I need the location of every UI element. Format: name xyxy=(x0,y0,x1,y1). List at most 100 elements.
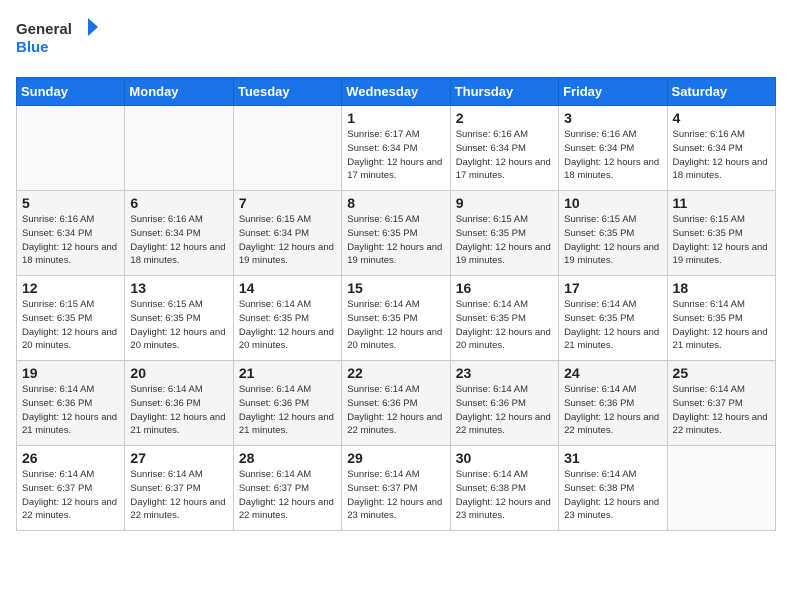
day-info: Sunrise: 6:14 AM Sunset: 6:36 PM Dayligh… xyxy=(456,383,553,438)
weekday-thursday: Thursday xyxy=(450,78,558,106)
day-info: Sunrise: 6:14 AM Sunset: 6:35 PM Dayligh… xyxy=(564,298,661,353)
day-number: 1 xyxy=(347,110,444,126)
calendar-cell: 22 Sunrise: 6:14 AM Sunset: 6:36 PM Dayli… xyxy=(342,361,450,446)
calendar-cell: 31 Sunrise: 6:14 AM Sunset: 6:38 PM Dayli… xyxy=(559,446,667,531)
day-number: 21 xyxy=(239,365,336,381)
calendar-cell xyxy=(667,446,775,531)
day-info: Sunrise: 6:16 AM Sunset: 6:34 PM Dayligh… xyxy=(564,128,661,183)
calendar-cell: 28 Sunrise: 6:14 AM Sunset: 6:37 PM Dayli… xyxy=(233,446,341,531)
calendar-cell: 11 Sunrise: 6:15 AM Sunset: 6:35 PM Dayli… xyxy=(667,191,775,276)
day-info: Sunrise: 6:15 AM Sunset: 6:35 PM Dayligh… xyxy=(22,298,119,353)
day-number: 26 xyxy=(22,450,119,466)
day-info: Sunrise: 6:14 AM Sunset: 6:36 PM Dayligh… xyxy=(239,383,336,438)
calendar-cell: 21 Sunrise: 6:14 AM Sunset: 6:36 PM Dayli… xyxy=(233,361,341,446)
day-info: Sunrise: 6:17 AM Sunset: 6:34 PM Dayligh… xyxy=(347,128,444,183)
day-info: Sunrise: 6:14 AM Sunset: 6:36 PM Dayligh… xyxy=(564,383,661,438)
calendar-cell: 26 Sunrise: 6:14 AM Sunset: 6:37 PM Dayli… xyxy=(17,446,125,531)
day-number: 2 xyxy=(456,110,553,126)
calendar-week-5: 26 Sunrise: 6:14 AM Sunset: 6:37 PM Dayli… xyxy=(17,446,776,531)
logo-content: General Blue xyxy=(16,16,106,65)
day-number: 23 xyxy=(456,365,553,381)
day-info: Sunrise: 6:14 AM Sunset: 6:36 PM Dayligh… xyxy=(130,383,227,438)
day-info: Sunrise: 6:15 AM Sunset: 6:35 PM Dayligh… xyxy=(130,298,227,353)
calendar-cell: 30 Sunrise: 6:14 AM Sunset: 6:38 PM Dayli… xyxy=(450,446,558,531)
day-number: 17 xyxy=(564,280,661,296)
calendar-cell: 24 Sunrise: 6:14 AM Sunset: 6:36 PM Dayli… xyxy=(559,361,667,446)
calendar-cell: 10 Sunrise: 6:15 AM Sunset: 6:35 PM Dayli… xyxy=(559,191,667,276)
day-number: 6 xyxy=(130,195,227,211)
calendar-cell: 29 Sunrise: 6:14 AM Sunset: 6:37 PM Dayli… xyxy=(342,446,450,531)
day-number: 7 xyxy=(239,195,336,211)
day-number: 19 xyxy=(22,365,119,381)
day-number: 11 xyxy=(673,195,770,211)
day-info: Sunrise: 6:14 AM Sunset: 6:37 PM Dayligh… xyxy=(347,468,444,523)
calendar-week-3: 12 Sunrise: 6:15 AM Sunset: 6:35 PM Dayli… xyxy=(17,276,776,361)
day-info: Sunrise: 6:14 AM Sunset: 6:36 PM Dayligh… xyxy=(347,383,444,438)
day-number: 14 xyxy=(239,280,336,296)
day-info: Sunrise: 6:14 AM Sunset: 6:35 PM Dayligh… xyxy=(347,298,444,353)
calendar-week-1: 1 Sunrise: 6:17 AM Sunset: 6:34 PM Daylig… xyxy=(17,106,776,191)
weekday-friday: Friday xyxy=(559,78,667,106)
day-info: Sunrise: 6:14 AM Sunset: 6:37 PM Dayligh… xyxy=(22,468,119,523)
day-number: 28 xyxy=(239,450,336,466)
calendar-cell xyxy=(233,106,341,191)
calendar-cell: 2 Sunrise: 6:16 AM Sunset: 6:34 PM Daylig… xyxy=(450,106,558,191)
calendar-cell: 7Sunrise: 6:15 AM Sunset: 6:34 PM Daylig… xyxy=(233,191,341,276)
day-number: 30 xyxy=(456,450,553,466)
day-number: 12 xyxy=(22,280,119,296)
day-info: Sunrise: 6:14 AM Sunset: 6:38 PM Dayligh… xyxy=(564,468,661,523)
day-info: Sunrise: 6:14 AM Sunset: 6:36 PM Dayligh… xyxy=(22,383,119,438)
day-number: 20 xyxy=(130,365,227,381)
weekday-monday: Monday xyxy=(125,78,233,106)
day-info: Sunrise: 6:14 AM Sunset: 6:35 PM Dayligh… xyxy=(673,298,770,353)
day-info: Sunrise: 6:14 AM Sunset: 6:38 PM Dayligh… xyxy=(456,468,553,523)
day-number: 22 xyxy=(347,365,444,381)
day-info: Sunrise: 6:15 AM Sunset: 6:35 PM Dayligh… xyxy=(347,213,444,268)
calendar-cell: 16 Sunrise: 6:14 AM Sunset: 6:35 PM Dayli… xyxy=(450,276,558,361)
calendar-cell: 27 Sunrise: 6:14 AM Sunset: 6:37 PM Dayli… xyxy=(125,446,233,531)
day-number: 16 xyxy=(456,280,553,296)
calendar-cell: 1 Sunrise: 6:17 AM Sunset: 6:34 PM Daylig… xyxy=(342,106,450,191)
svg-text:Blue: Blue xyxy=(16,39,49,56)
calendar-cell: 9 Sunrise: 6:15 AM Sunset: 6:35 PM Daylig… xyxy=(450,191,558,276)
day-info: Sunrise: 6:14 AM Sunset: 6:37 PM Dayligh… xyxy=(130,468,227,523)
day-info: Sunrise: 6:14 AM Sunset: 6:37 PM Dayligh… xyxy=(239,468,336,523)
day-info: Sunrise: 6:15 AM Sunset: 6:35 PM Dayligh… xyxy=(564,213,661,268)
day-info: Sunrise: 6:14 AM Sunset: 6:35 PM Dayligh… xyxy=(239,298,336,353)
calendar-cell: 18 Sunrise: 6:14 AM Sunset: 6:35 PM Dayli… xyxy=(667,276,775,361)
calendar-cell: 20 Sunrise: 6:14 AM Sunset: 6:36 PM Dayli… xyxy=(125,361,233,446)
day-number: 27 xyxy=(130,450,227,466)
calendar-cell: 12 Sunrise: 6:15 AM Sunset: 6:35 PM Dayli… xyxy=(17,276,125,361)
weekday-tuesday: Tuesday xyxy=(233,78,341,106)
calendar-cell: 3Sunrise: 6:16 AM Sunset: 6:34 PM Daylig… xyxy=(559,106,667,191)
day-number: 18 xyxy=(673,280,770,296)
calendar-cell: 13 Sunrise: 6:15 AM Sunset: 6:35 PM Dayli… xyxy=(125,276,233,361)
header: General Blue xyxy=(16,16,776,65)
day-info: Sunrise: 6:15 AM Sunset: 6:35 PM Dayligh… xyxy=(456,213,553,268)
calendar-week-2: 5 Sunrise: 6:16 AM Sunset: 6:34 PM Daylig… xyxy=(17,191,776,276)
day-number: 10 xyxy=(564,195,661,211)
calendar-cell: 23 Sunrise: 6:14 AM Sunset: 6:36 PM Dayli… xyxy=(450,361,558,446)
day-info: Sunrise: 6:15 AM Sunset: 6:35 PM Dayligh… xyxy=(673,213,770,268)
calendar-cell: 5 Sunrise: 6:16 AM Sunset: 6:34 PM Daylig… xyxy=(17,191,125,276)
day-number: 5 xyxy=(22,195,119,211)
day-info: Sunrise: 6:14 AM Sunset: 6:35 PM Dayligh… xyxy=(456,298,553,353)
calendar-cell: 8 Sunrise: 6:15 AM Sunset: 6:35 PM Daylig… xyxy=(342,191,450,276)
day-info: Sunrise: 6:16 AM Sunset: 6:34 PM Dayligh… xyxy=(456,128,553,183)
weekday-sunday: Sunday xyxy=(17,78,125,106)
calendar-cell: 15Sunrise: 6:14 AM Sunset: 6:35 PM Dayli… xyxy=(342,276,450,361)
day-number: 8 xyxy=(347,195,444,211)
day-number: 24 xyxy=(564,365,661,381)
calendar-table: SundayMondayTuesdayWednesdayThursdayFrid… xyxy=(16,77,776,531)
day-number: 4 xyxy=(673,110,770,126)
day-number: 13 xyxy=(130,280,227,296)
day-number: 31 xyxy=(564,450,661,466)
day-number: 9 xyxy=(456,195,553,211)
day-info: Sunrise: 6:16 AM Sunset: 6:34 PM Dayligh… xyxy=(673,128,770,183)
day-info: Sunrise: 6:14 AM Sunset: 6:37 PM Dayligh… xyxy=(673,383,770,438)
day-number: 29 xyxy=(347,450,444,466)
day-info: Sunrise: 6:16 AM Sunset: 6:34 PM Dayligh… xyxy=(22,213,119,268)
weekday-wednesday: Wednesday xyxy=(342,78,450,106)
svg-text:General: General xyxy=(16,21,72,38)
calendar-cell xyxy=(125,106,233,191)
